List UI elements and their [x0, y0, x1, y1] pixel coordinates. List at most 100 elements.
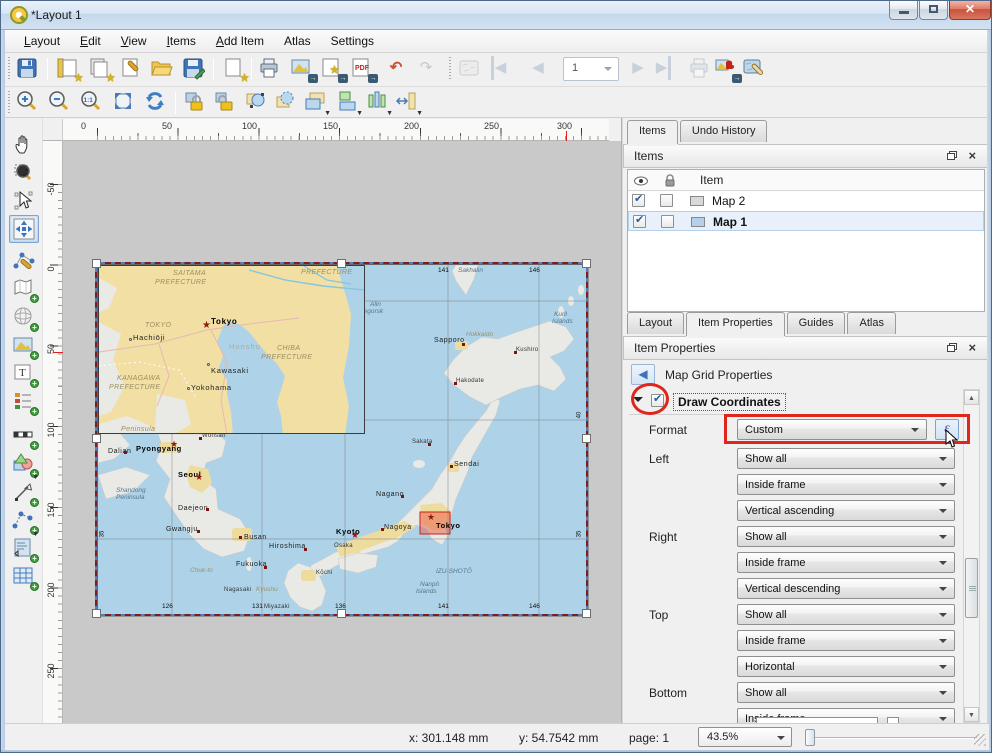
export-pdf-button[interactable]: PDF→	[349, 56, 375, 82]
menu-item[interactable]: Edit	[70, 30, 111, 52]
export-image-button[interactable]: →	[289, 56, 315, 82]
unlock-items-button[interactable]	[213, 89, 238, 114]
close-panel-button[interactable]: ×	[964, 342, 980, 356]
toolbar-grip[interactable]	[8, 91, 10, 115]
property-combobox[interactable]: Horizontal	[737, 656, 955, 677]
menu-item[interactable]: Items	[157, 30, 206, 52]
dock-tab[interactable]: Items	[627, 120, 678, 144]
menu-item[interactable]: Atlas	[274, 30, 321, 52]
dock-tab[interactable]: Item Properties	[686, 312, 785, 336]
dock-tab[interactable]: Undo History	[680, 120, 768, 142]
dock-tab[interactable]: Guides	[787, 312, 846, 334]
atlas-page-combobox[interactable]: 1	[563, 57, 619, 81]
resize-handle-n[interactable]	[337, 259, 346, 268]
add-map-button[interactable]: +	[12, 277, 36, 301]
add-arrow-button[interactable]: +	[12, 481, 36, 505]
menu-item[interactable]: Layout	[14, 30, 70, 52]
add-label-button[interactable]: T+	[12, 362, 36, 386]
add-node-item-button[interactable]: +▼	[12, 509, 36, 533]
raise-items-button[interactable]: ▼	[303, 89, 328, 114]
float-panel-button[interactable]	[944, 342, 960, 356]
property-combobox[interactable]: Inside frame	[737, 552, 955, 573]
resize-handle-s[interactable]	[337, 609, 346, 618]
export-svg-button[interactable]: ★→	[319, 56, 345, 82]
property-combobox[interactable]: Vertical ascending	[737, 500, 955, 521]
deselect-all-button[interactable]	[273, 89, 298, 114]
float-panel-button[interactable]	[944, 150, 960, 164]
zoom-tool-button[interactable]	[12, 160, 36, 184]
title-bar[interactable]: *Layout 1 ✕	[1, 1, 991, 30]
layout-manager-button[interactable]	[119, 56, 145, 82]
back-button[interactable]: ◀	[631, 364, 655, 385]
menu-item[interactable]: Settings	[321, 30, 384, 52]
add-pages-button[interactable]: ★	[221, 56, 247, 82]
zoom-in-button[interactable]	[15, 89, 40, 114]
resize-handle-w[interactable]	[92, 434, 101, 443]
zoom-out-button[interactable]	[47, 89, 72, 114]
zoom-actual-button[interactable]: 1:1	[79, 89, 104, 114]
previous-feature-button[interactable]: ◀	[525, 56, 551, 82]
print-atlas-button[interactable]	[687, 56, 713, 82]
atlas-settings-button[interactable]	[741, 56, 767, 82]
new-layout-button[interactable]: ★	[55, 56, 81, 82]
toolbar-grip[interactable]	[8, 57, 10, 81]
lock-checkbox[interactable]	[660, 194, 673, 207]
menu-item[interactable]: View	[111, 30, 157, 52]
zoom-slider-track[interactable]	[805, 737, 977, 739]
add-shape-button[interactable]: +▼	[12, 452, 36, 476]
zoom-level-combobox[interactable]: 43.5%	[698, 727, 792, 747]
save-button[interactable]	[15, 56, 41, 82]
move-item-content-button[interactable]	[9, 215, 39, 243]
resize-items-button[interactable]: ▼	[395, 89, 420, 114]
resize-handle-e[interactable]	[582, 434, 591, 443]
dock-splitter[interactable]	[621, 118, 623, 723]
add-legend-button[interactable]: +	[12, 390, 36, 414]
resize-handle-ne[interactable]	[582, 259, 591, 268]
dock-tab[interactable]: Atlas	[847, 312, 895, 334]
select-move-item-button[interactable]	[12, 189, 36, 213]
edit-nodes-item-button[interactable]	[12, 249, 36, 273]
duplicate-layout-button[interactable]: ★	[87, 56, 113, 82]
add-html-button[interactable]: +	[12, 537, 36, 561]
export-atlas-button[interactable]: →	[713, 56, 739, 82]
menu-item[interactable]: Add Item	[206, 30, 274, 52]
minimize-button[interactable]	[889, 1, 918, 20]
align-items-button[interactable]: ▼	[335, 89, 360, 114]
property-combobox[interactable]: Show all	[737, 448, 955, 469]
property-combobox[interactable]: Vertical descending	[737, 578, 955, 599]
items-tree-row[interactable]: Map 2	[628, 191, 984, 211]
add-scalebar-button[interactable]: +	[12, 424, 36, 448]
save-as-button[interactable]	[181, 56, 207, 82]
property-combobox[interactable]: Show all	[737, 526, 955, 547]
lock-items-button[interactable]	[183, 89, 208, 114]
property-combobox[interactable]: Inside frame	[737, 630, 955, 651]
pan-layout-button[interactable]	[12, 132, 36, 156]
close-panel-button[interactable]: ×	[964, 150, 980, 164]
visibility-checkbox[interactable]	[632, 194, 645, 207]
property-combobox[interactable]: Show all	[737, 682, 955, 703]
resize-handle-se[interactable]	[582, 609, 591, 618]
add-3d-map-button[interactable]: +	[12, 306, 36, 330]
resize-handle-nw[interactable]	[92, 259, 101, 268]
resize-handle-sw[interactable]	[92, 609, 101, 618]
first-feature-button[interactable]: ◀	[491, 56, 517, 82]
next-feature-button[interactable]: ▶	[625, 56, 651, 82]
visibility-checkbox[interactable]	[633, 215, 646, 228]
redo-button[interactable]: ↷	[413, 56, 439, 82]
zoom-slider-handle[interactable]	[805, 729, 815, 746]
add-picture-button[interactable]: +	[12, 334, 36, 358]
open-folder-button[interactable]	[149, 56, 175, 82]
layout-canvas[interactable]: DalianPyongyang★WonsanSeoul★DaejeonGwang…	[63, 141, 621, 723]
scroll-down-arrow[interactable]: ▼	[964, 707, 979, 722]
refresh-button[interactable]	[143, 89, 168, 114]
property-combobox[interactable]: Show all	[737, 604, 955, 625]
lock-checkbox[interactable]	[661, 215, 674, 228]
scrollbar-thumb[interactable]	[965, 558, 978, 618]
distribute-items-button[interactable]: ▼	[365, 89, 390, 114]
scroll-up-arrow[interactable]: ▲	[964, 390, 979, 405]
zoom-full-button[interactable]	[111, 89, 136, 114]
preview-atlas-button[interactable]	[457, 56, 483, 82]
select-all-button[interactable]	[243, 89, 268, 114]
undo-button[interactable]: ↶	[383, 56, 409, 82]
add-attribute-table-button[interactable]: +	[12, 565, 36, 589]
